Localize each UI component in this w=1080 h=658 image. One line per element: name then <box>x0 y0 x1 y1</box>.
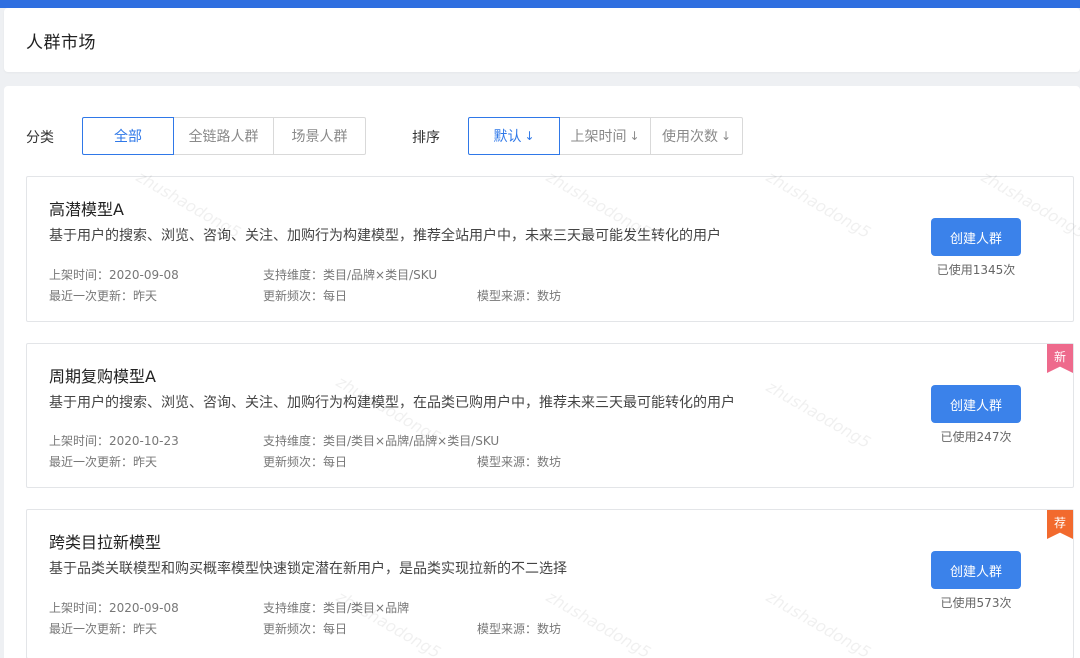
frequency-label: 更新频次： <box>263 622 324 636</box>
model-card: 荐 跨类目拉新模型 基于品类关联模型和购买概率模型快速锁定潜在新用户，是品类实现… <box>26 509 1074 658</box>
listed-time: 上架时间：2020-09-08 <box>49 266 179 283</box>
model-description: 基于用户的搜索、浏览、咨询、关注、加购行为构建模型，在品类已购用户中，推荐未来三… <box>49 395 735 411</box>
model-description: 基于品类关联模型和购买概率模型快速锁定潜在新用户，是品类实现拉新的不二选择 <box>49 561 567 577</box>
new-badge: 新 <box>1047 344 1073 373</box>
top-app-bar <box>0 0 1080 8</box>
last-update: 最近一次更新：昨天 <box>49 620 157 637</box>
model-source: 模型来源：数坊 <box>477 620 561 637</box>
supported-dimension: 支持维度：类目/品牌×类目/SKU <box>263 266 437 283</box>
main-panel: 分类 全部 全链路人群 场景人群 排序 默认 ↓ 上架时间 ↓ 使用次数 ↓ 高潜模型… <box>4 86 1080 658</box>
category-option-all[interactable]: 全部 <box>82 117 174 155</box>
source-label: 模型来源： <box>477 622 538 636</box>
model-source: 模型来源：数坊 <box>477 453 561 470</box>
last-update-label: 最近一次更新： <box>49 289 134 303</box>
frequency-value: 每日 <box>323 289 348 303</box>
sort-option-listed-time-label: 上架时间 <box>570 129 627 145</box>
listed-time-label: 上架时间： <box>49 268 110 282</box>
listed-time-label: 上架时间： <box>49 601 110 615</box>
arrow-down-icon: ↓ <box>720 129 732 143</box>
listed-time-label: 上架时间： <box>49 434 110 448</box>
dimension-value: 类目/品牌×类目/SKU <box>323 268 438 282</box>
sort-option-default-label: 默认 <box>493 129 522 145</box>
sort-segmented-control: 默认 ↓ 上架时间 ↓ 使用次数 ↓ <box>468 117 743 155</box>
dimension-value: 类目/类目×品牌/品牌×类目/SKU <box>323 434 500 448</box>
usage-count: 已使用573次 <box>940 596 1012 610</box>
model-card: 高潜模型A 基于用户的搜索、浏览、咨询、关注、加购行为构建模型，推荐全站用户中，… <box>26 176 1074 322</box>
update-frequency: 更新频次：每日 <box>263 620 347 637</box>
create-audience-button[interactable]: 创建人群 <box>931 218 1021 256</box>
model-card: 新 周期复购模型A 基于用户的搜索、浏览、咨询、关注、加购行为构建模型，在品类已… <box>26 343 1074 488</box>
last-update: 最近一次更新：昨天 <box>49 453 157 470</box>
create-audience-button[interactable]: 创建人群 <box>931 385 1021 423</box>
source-value: 数坊 <box>537 289 562 303</box>
source-value: 数坊 <box>537 622 562 636</box>
listed-time: 上架时间：2020-10-23 <box>49 432 179 449</box>
model-name: 高潜模型A <box>49 200 124 219</box>
model-source: 模型来源：数坊 <box>477 287 561 304</box>
source-label: 模型来源： <box>477 289 538 303</box>
last-update: 最近一次更新：昨天 <box>49 287 157 304</box>
listed-time: 上架时间：2020-09-08 <box>49 599 179 616</box>
usage-count: 已使用247次 <box>940 430 1012 444</box>
update-frequency: 更新频次：每日 <box>263 287 347 304</box>
listed-time-value: 2020-09-08 <box>109 268 179 282</box>
model-name: 周期复购模型A <box>49 367 156 386</box>
supported-dimension: 支持维度：类目/类目×品牌 <box>263 599 409 616</box>
usage-count: 已使用1345次 <box>936 263 1016 277</box>
model-name: 跨类目拉新模型 <box>49 533 162 552</box>
filter-row: 分类 全部 全链路人群 场景人群 排序 默认 ↓ 上架时间 ↓ 使用次数 ↓ <box>4 117 1080 155</box>
last-update-label: 最近一次更新： <box>49 622 134 636</box>
recommend-badge: 荐 <box>1047 510 1073 539</box>
dimension-label: 支持维度： <box>263 268 324 282</box>
page-title: 人群市场 <box>26 33 96 53</box>
arrow-down-icon: ↓ <box>629 129 640 143</box>
create-audience-button[interactable]: 创建人群 <box>931 551 1021 589</box>
last-update-value: 昨天 <box>133 622 158 636</box>
sort-option-usage-count[interactable]: 使用次数 ↓ <box>650 117 743 155</box>
source-label: 模型来源： <box>477 455 538 469</box>
arrow-down-icon: ↓ <box>524 129 535 143</box>
update-frequency: 更新频次：每日 <box>263 453 347 470</box>
page-header: 人群市场 <box>4 8 1080 72</box>
model-description: 基于用户的搜索、浏览、咨询、关注、加购行为构建模型，推荐全站用户中，未来三天最可… <box>49 228 721 244</box>
last-update-label: 最近一次更新： <box>49 455 134 469</box>
frequency-label: 更新频次： <box>263 455 324 469</box>
frequency-value: 每日 <box>323 622 348 636</box>
listed-time-value: 2020-10-23 <box>109 434 179 448</box>
frequency-value: 每日 <box>323 455 348 469</box>
source-value: 数坊 <box>537 455 562 469</box>
sort-option-default[interactable]: 默认 ↓ <box>468 117 560 155</box>
dimension-label: 支持维度： <box>263 601 324 615</box>
sort-option-listed-time[interactable]: 上架时间 ↓ <box>559 117 651 155</box>
category-option-full-link[interactable]: 全链路人群 <box>173 117 274 155</box>
sort-label: 排序 <box>412 130 440 146</box>
sort-option-usage-count-label: 使用次数 <box>661 129 718 145</box>
last-update-value: 昨天 <box>133 455 158 469</box>
last-update-value: 昨天 <box>133 289 158 303</box>
dimension-label: 支持维度： <box>263 434 324 448</box>
listed-time-value: 2020-09-08 <box>109 601 179 615</box>
category-label: 分类 <box>26 130 54 146</box>
supported-dimension: 支持维度：类目/类目×品牌/品牌×类目/SKU <box>263 432 499 449</box>
category-segmented-control: 全部 全链路人群 场景人群 <box>82 117 366 155</box>
category-option-scene[interactable]: 场景人群 <box>273 117 366 155</box>
dimension-value: 类目/类目×品牌 <box>323 601 410 615</box>
frequency-label: 更新频次： <box>263 289 324 303</box>
